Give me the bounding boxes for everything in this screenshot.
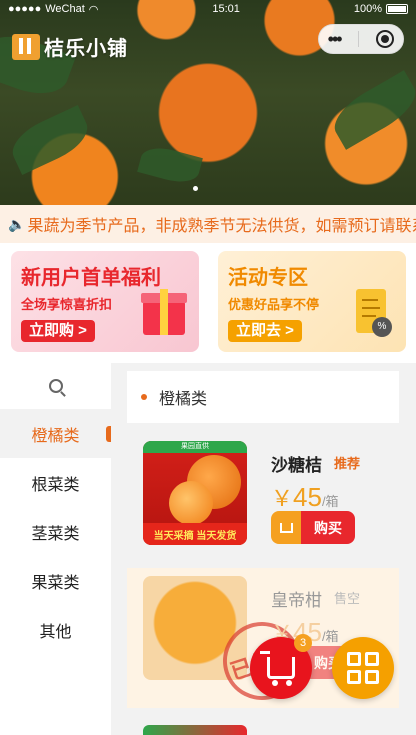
- more-options-button[interactable]: •••: [328, 30, 343, 48]
- sidebar-item-citrus[interactable]: 橙橘类: [0, 409, 111, 458]
- menu-fab-button[interactable]: [332, 637, 394, 699]
- promo-title: 活动专区: [228, 267, 308, 289]
- signal-indicator: ●●●●●: [8, 3, 42, 15]
- product-tag: 售空: [334, 591, 361, 606]
- category-sidebar: 橙橘类 根菜类 茎菜类 果菜类 其他: [0, 363, 111, 735]
- grid-icon: [365, 670, 379, 684]
- sidebar-item-label: 根菜类: [31, 476, 80, 494]
- grid-icon: [347, 670, 361, 684]
- sidebar-item-other[interactable]: 其他: [0, 605, 111, 654]
- price-value: 45: [293, 482, 322, 512]
- grid-icon: [347, 652, 361, 666]
- product-card[interactable]: 果园直供 当天采摘 当天发货 沙糖桔 推荐 ￥45/箱 购买: [127, 433, 399, 573]
- cart-icon: [279, 522, 293, 533]
- close-miniprogram-icon[interactable]: [376, 30, 395, 48]
- notice-bar: 🔈 果蔬为季节产品，非成熟季节无法供货，如需预订请联系: [0, 205, 416, 243]
- image-badge: 果园直供: [143, 441, 247, 453]
- banner-indicator-dot[interactable]: [193, 186, 198, 191]
- product-price: ￥45/箱: [271, 481, 339, 513]
- leaf-decoration: [326, 70, 416, 150]
- sidebar-item-fruit-vegetables[interactable]: 果菜类: [0, 556, 111, 605]
- price-unit: /箱: [321, 494, 339, 509]
- speaker-icon: 🔈: [8, 215, 26, 232]
- sidebar-item-label: 橙橘类: [31, 427, 80, 445]
- go-now-button[interactable]: 立即去 >: [228, 320, 302, 342]
- add-to-cart-button[interactable]: [271, 511, 301, 544]
- sidebar-item-root-vegetables[interactable]: 根菜类: [0, 458, 111, 507]
- event-promo-card[interactable]: 活动专区 优惠好品享不停 立即去 > %: [218, 251, 406, 352]
- price-currency: ￥: [271, 486, 294, 511]
- sidebar-item-label: 其他: [39, 623, 72, 641]
- price-unit: /箱: [321, 629, 339, 644]
- product-image[interactable]: 果园直供 当天采摘 当天发货: [143, 441, 247, 545]
- buy-button-group: 购买: [271, 511, 355, 544]
- battery-percent: 100%: [353, 3, 382, 15]
- section-bullet: [141, 394, 147, 400]
- status-time: 15:01: [212, 3, 240, 15]
- grid-icon: [365, 652, 379, 666]
- product-name: 沙糖桔: [271, 456, 322, 475]
- shopping-cart-icon: [260, 651, 295, 686]
- buy-now-button[interactable]: 立即购 >: [21, 320, 95, 342]
- wifi-icon: ◠: [88, 3, 99, 16]
- section-header: 橙橘类: [127, 371, 399, 423]
- search-button[interactable]: [0, 363, 111, 409]
- leaf-decoration: [5, 104, 95, 176]
- gift-box-icon: [141, 287, 187, 335]
- image-caption: 当天采摘 当天发货: [143, 523, 247, 545]
- notice-text: 果蔬为季节产品，非成熟季节无法供货，如需预订请联系: [27, 218, 416, 235]
- cart-count-badge: 3: [294, 634, 312, 652]
- capsule-divider: [357, 31, 359, 47]
- promo-section: 新用户首单福利 全场享惊喜折扣 立即购 > 活动专区 优惠好品享不停 立即去 >…: [0, 243, 416, 363]
- coupon-scroll-icon: %: [352, 287, 392, 337]
- carrier-name: WeChat: [45, 3, 85, 15]
- sidebar-item-label: 果菜类: [31, 574, 80, 592]
- brand-logo: 桔乐小铺: [12, 32, 128, 61]
- product-image-peek: [143, 725, 247, 735]
- product-tag: 推荐: [334, 456, 361, 471]
- orange-illustration: [169, 481, 213, 525]
- buy-button[interactable]: 购买: [301, 511, 355, 544]
- search-icon: [48, 379, 63, 393]
- battery-icon: [386, 4, 408, 14]
- logo-text: 桔乐小铺: [44, 38, 128, 60]
- status-bar: ●●●●● WeChat ◠ 15:01 100%: [0, 0, 416, 18]
- logo-mark-icon: [12, 33, 40, 60]
- sidebar-item-stem-vegetables[interactable]: 茎菜类: [0, 507, 111, 556]
- section-title: 橙橘类: [159, 391, 208, 408]
- new-user-promo-card[interactable]: 新用户首单福利 全场享惊喜折扣 立即购 >: [11, 251, 199, 352]
- promo-title: 新用户首单福利: [21, 267, 161, 289]
- hero-banner[interactable]: ●●●●● WeChat ◠ 15:01 100% 桔乐小铺 •••: [0, 0, 416, 205]
- app-page: ●●●●● WeChat ◠ 15:01 100% 桔乐小铺 ••• 🔈 果蔬为…: [0, 0, 416, 735]
- product-name: 皇帝柑: [271, 591, 322, 610]
- leaf-decoration: [137, 142, 203, 188]
- sidebar-item-label: 茎菜类: [31, 525, 80, 543]
- miniprogram-capsule: •••: [318, 24, 404, 54]
